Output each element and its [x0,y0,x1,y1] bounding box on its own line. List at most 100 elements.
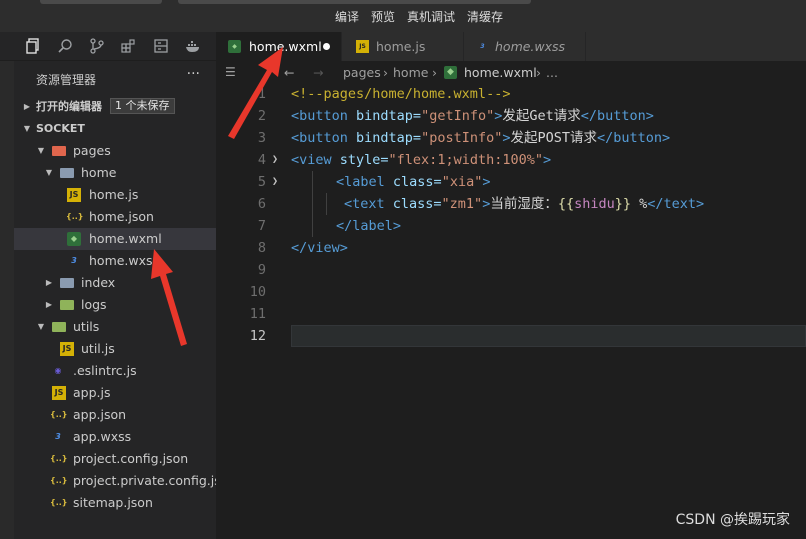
tree-item-label: home [81,165,117,180]
line-number: 3 [257,130,266,146]
folder-open-icon [60,168,74,178]
breadcrumb-separator: › [432,65,437,80]
json-file-icon: {..} [50,498,68,507]
chevron-right-icon: ▶ [45,278,53,287]
current-line-highlight [291,325,806,347]
code-line-6: <text class="zm1">当前湿度：{{shidu}} %</text… [344,196,705,212]
line-number: 6 [257,196,266,212]
chevron-right-icon: ▶ [45,300,53,309]
line-number: 9 [257,262,266,278]
js-file-icon: JS [356,40,369,53]
code-line-8: </view> [291,240,348,256]
js-file-icon: JS [67,188,81,202]
files-icon[interactable] [25,38,41,54]
line-number-current: 12 [249,328,266,344]
tree-item-label: utils [73,319,100,334]
folder-icon [60,278,74,288]
tab-home-wxml[interactable]: ◆ home.wxml [216,32,342,61]
breadcrumb-separator: › [536,65,541,80]
tree-item-label: index [81,275,116,290]
more-actions-icon[interactable]: ··· [187,66,200,82]
folder-icon [52,322,66,332]
fold-chevron-icon[interactable]: ❯ [272,171,284,193]
open-editors-section[interactable]: ▶ 打开的编辑器 1 个未保存 [14,96,216,118]
editor-tabs: ◆ home.wxml JS home.js 3 home.wxss [216,32,806,61]
tree-item-label: app.json [73,407,127,422]
project-section[interactable]: ▼ SOCKET [14,118,216,140]
forward-icon[interactable]: → [313,65,323,80]
chevron-down-icon: ▼ [37,322,45,331]
breadcrumb-home[interactable]: home [393,65,428,80]
fold-chevron-icon[interactable]: ❯ [272,149,284,171]
folder-icon [60,300,74,310]
tree-item-index[interactable]: ▶ index [14,272,216,294]
line-number: 5 [257,174,266,190]
wxml-file-icon: ◆ [67,232,81,246]
top-toolbar: 编译 预览 真机调试 清缓存 [0,0,806,32]
tree-item-label: .eslintrc.js [73,363,137,378]
wxml-file-icon: ◆ [444,66,457,79]
chevron-down-icon: ▼ [45,168,53,177]
chevron-right-icon: ▶ [23,102,31,111]
extensions-icon[interactable] [121,38,137,54]
activity-bar [0,32,216,61]
list-icon[interactable]: ☰ [225,65,236,79]
tree-item-label: app.js [73,385,111,400]
code-line-1: <!--pages/home/home.wxml--> [291,86,511,102]
toolbar-segment [178,0,531,4]
tree-item-home-wxss[interactable]: 3 home.wxss [14,250,216,272]
preview-button[interactable]: 预览 [371,8,395,25]
tree-item-project-config[interactable]: {..} project.config.json [14,448,216,470]
explorer-title: 资源管理器 [36,73,97,87]
tree-item-project-private[interactable]: {..} project.private.config.js... [14,470,233,492]
tree-item-app-json[interactable]: {..} app.json [14,404,216,426]
tab-home-js[interactable]: JS home.js [342,32,464,61]
line-number: 2 [257,108,266,124]
source-control-icon[interactable] [89,38,105,54]
toolbar-actions: 编译 预览 真机调试 清缓存 [335,8,503,25]
wxss-file-icon: 3 [71,256,77,265]
tree-item-label: home.wxss [89,253,160,268]
tree-item-app-js[interactable]: JS app.js [14,382,216,404]
explorer-sidebar: 资源管理器 ··· ▶ 打开的编辑器 1 个未保存 ▼ SOCKET ▼ pag… [14,61,233,539]
device-debug-button[interactable]: 真机调试 [407,8,455,25]
compile-button[interactable]: 编译 [335,8,359,25]
watermark: CSDN @挨踢玩家 [675,512,790,528]
js-file-icon: JS [52,386,66,400]
tree-item-pages[interactable]: ▼ pages [14,140,216,162]
code-line-2: <button bindtap="getInfo">发起Get请求</butto… [291,108,654,124]
tree-item-label: pages [73,143,111,158]
chevron-down-icon: ▼ [37,146,45,155]
back-icon[interactable]: ← [284,65,294,80]
unsaved-dot-icon[interactable] [323,43,330,50]
tree-item-app-wxss[interactable]: 3 app.wxss [14,426,216,448]
tree-item-eslintrc[interactable]: ◉ .eslintrc.js [14,360,216,382]
storage-icon[interactable] [153,38,169,54]
breadcrumb-ellipsis[interactable]: ... [546,65,558,80]
eslint-file-icon: ◉ [54,366,62,375]
chevron-down-icon: ▼ [23,124,31,133]
tree-item-utils[interactable]: ▼ utils [14,316,216,338]
tree-item-util-js[interactable]: JS util.js [14,338,216,360]
tree-item-sitemap[interactable]: {..} sitemap.json [14,492,216,514]
wxss-file-icon: 3 [55,432,61,441]
search-icon[interactable] [57,38,73,54]
json-file-icon: {..} [50,454,68,463]
tree-item-home-wxml[interactable]: ◆ home.wxml [14,228,216,250]
tree-item-logs[interactable]: ▶ logs [14,294,216,316]
tab-home-wxss[interactable]: 3 home.wxss [464,32,586,61]
tree-item-home[interactable]: ▼ home [14,162,216,184]
breadcrumb-pages[interactable]: pages [343,65,381,80]
clear-cache-button[interactable]: 清缓存 [467,8,503,25]
unsaved-badge: 1 个未保存 [110,98,175,114]
docker-icon[interactable] [185,38,201,54]
js-file-icon: JS [60,342,74,356]
left-edge-strip [0,32,14,539]
tree-item-home-js[interactable]: JS home.js [14,184,216,206]
line-number: 11 [249,306,266,322]
breadcrumb-file[interactable]: home.wxml [464,65,537,80]
tree-item-home-json[interactable]: {..} home.json [14,206,216,228]
json-file-icon: {..} [50,410,68,419]
code-line-5: <label class="xia"> [336,174,491,190]
code-editor[interactable]: 1 2 3 4 5 6 7 8 9 10 11 12 ❯ ❯ <!--pages… [216,83,806,539]
